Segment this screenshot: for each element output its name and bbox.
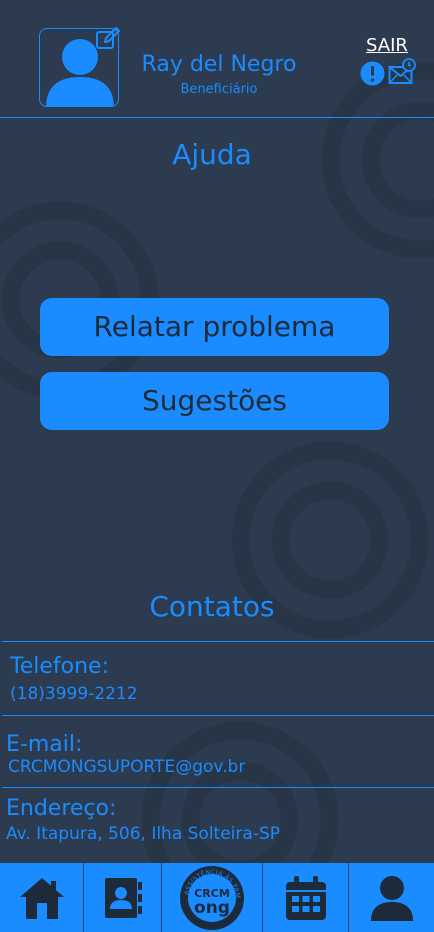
nav-contacts[interactable] [84,863,161,932]
profile-header: Ray del Negro Beneficiário SAIR [0,0,434,118]
divider [2,787,434,788]
help-title: Ajuda [172,138,252,171]
crcm-ong-logo: ASSISTÊNCIA ÀS FAMÍLIAS CRCM ong [179,865,244,930]
phone-label: Telefone: [10,654,109,679]
email-value[interactable]: CRCMONGSUPORTE@gov.br [8,757,245,777]
divider [2,715,434,716]
mail-notification-icon[interactable] [388,58,416,86]
contacts-book-icon [104,877,142,918]
address-label: Endereço: [6,796,117,821]
nav-profile[interactable] [349,863,434,932]
home-icon [19,877,64,919]
nav-home[interactable] [0,863,83,932]
edit-profile-icon[interactable] [95,26,121,52]
alert-icon[interactable] [360,61,385,86]
contacts-title: Contatos [149,590,275,623]
user-role: Beneficiário [180,82,258,97]
calendar-icon [285,875,326,920]
nav-logo[interactable]: ASSISTÊNCIA ÀS FAMÍLIAS CRCM ong [162,863,262,932]
email-label: E-mail: [6,732,83,757]
logout-link[interactable]: SAIR [366,35,408,56]
user-icon [370,875,413,921]
address-value: Av. Itapura, 506, Ilha Solteira-SP [6,824,280,844]
divider [2,641,434,642]
nav-calendar[interactable] [263,863,348,932]
bottom-navigation: ASSISTÊNCIA ÀS FAMÍLIAS CRCM ong [0,863,434,932]
phone-value[interactable]: (18)3999-2212 [10,684,138,704]
suggestions-button[interactable]: Sugestões [40,372,389,430]
user-name: Ray del Negro [141,52,297,77]
svg-text:ong: ong [194,898,230,918]
report-problem-button[interactable]: Relatar problema [40,298,389,356]
